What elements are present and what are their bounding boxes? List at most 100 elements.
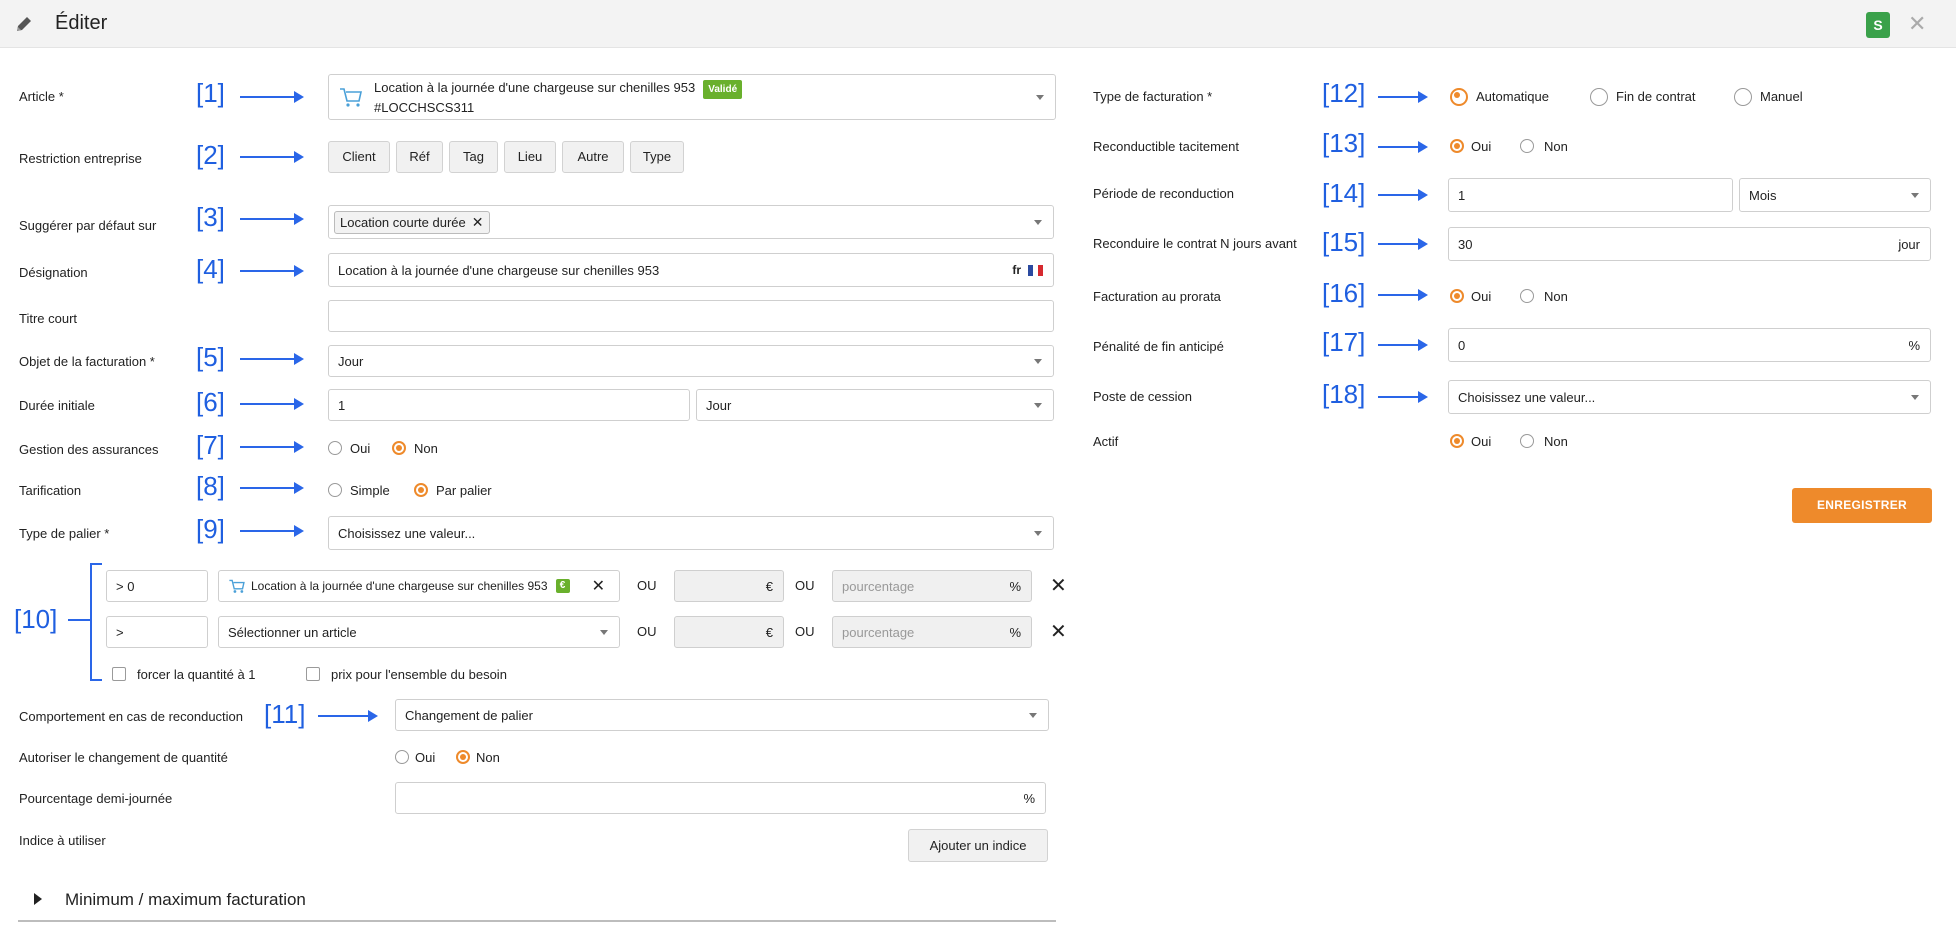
tier-article-select[interactable]: Location à la journée d'une chargeuse su… [218, 570, 620, 602]
designation-value: Location à la journée d'une chargeuse su… [338, 262, 660, 278]
prorata-label: Facturation au prorata [1093, 289, 1221, 304]
half-day-label: Pourcentage demi-journée [19, 791, 173, 806]
renewal-period-input[interactable]: 1 [1448, 178, 1733, 212]
cession-select[interactable]: Choisissez une valeur... [1448, 380, 1931, 414]
renewal-behavior-select[interactable]: Changement de palier [395, 699, 1049, 731]
percent-placeholder: pourcentage [842, 624, 915, 640]
insurance-oui-label: Oui [350, 441, 371, 456]
renewal-period-unit: Mois [1749, 187, 1777, 203]
annotation-3: [3] [196, 202, 225, 232]
penalty-input[interactable]: 0 % [1448, 328, 1931, 362]
remove-tier-icon[interactable]: ✕ [1050, 619, 1067, 644]
designation-input[interactable]: Location à la journée d'une chargeuse su… [328, 253, 1054, 287]
index-label: Indice à utiliser [19, 833, 106, 848]
language-code: fr [1012, 263, 1021, 277]
annotation-arrow [240, 353, 304, 365]
user-badge[interactable]: S [1866, 12, 1890, 38]
allow-qty-non-radio[interactable] [456, 750, 470, 764]
short-title-input[interactable] [328, 300, 1054, 332]
add-index-button[interactable]: Ajouter un indice [908, 829, 1048, 862]
renewal-period-label: Période de reconduction [1093, 186, 1234, 201]
tier-percent-input[interactable]: pourcentage % [832, 616, 1032, 648]
renew-days-input[interactable]: 30 jour [1448, 227, 1931, 261]
tacit-renewal-label: Reconductible tacitement [1093, 139, 1239, 154]
restriction-autre-button[interactable]: Autre [562, 141, 624, 173]
short-title-label: Titre court [19, 311, 78, 326]
billing-manual-radio[interactable] [1734, 88, 1752, 106]
page-title: Éditer [55, 12, 108, 34]
annotation-arrow [240, 398, 304, 410]
cession-value: Choisissez une valeur... [1458, 389, 1596, 405]
percent-suffix: % [1009, 624, 1021, 640]
billing-end-radio[interactable] [1590, 88, 1608, 106]
tier-price-input[interactable]: € [674, 616, 784, 648]
billing-auto-label: Automatique [1476, 89, 1549, 104]
chevron-down-icon [1036, 95, 1044, 100]
caret-right-icon[interactable] [34, 893, 42, 905]
restriction-ref-button[interactable]: Réf [396, 141, 443, 173]
tacit-oui-radio[interactable] [1450, 139, 1464, 153]
billing-type-label: Type de facturation * [1093, 89, 1213, 104]
tier-percent-input[interactable]: pourcentage % [832, 570, 1032, 602]
tacit-non-radio[interactable] [1520, 139, 1534, 153]
annotation-arrow [1378, 289, 1428, 301]
initial-duration-value: 1 [338, 397, 346, 413]
active-oui-label: Oui [1471, 434, 1492, 449]
renew-days-label: Reconduire le contrat N jours avant [1093, 236, 1297, 251]
restriction-tag-button[interactable]: Tag [449, 141, 498, 173]
active-oui-radio[interactable] [1450, 434, 1464, 448]
pricing-tier-radio[interactable] [414, 483, 428, 497]
remove-tier-icon[interactable]: ✕ [1050, 573, 1067, 598]
half-day-input[interactable]: % [395, 782, 1046, 814]
insurance-non-radio[interactable] [392, 441, 406, 455]
pricing-simple-label: Simple [350, 483, 390, 498]
annotation-arrow [1378, 391, 1428, 403]
suggest-tag: Location courte durée ✕ [334, 210, 490, 234]
penalty-value: 0 [1458, 337, 1466, 353]
annotation-7: [7] [196, 430, 225, 460]
tier-type-select[interactable]: Choisissez une valeur... [328, 516, 1054, 550]
cart-icon [340, 88, 362, 107]
prorata-non-radio[interactable] [1520, 289, 1534, 303]
title-bar: Éditer S ✕ [0, 0, 1956, 48]
force-qty-checkbox[interactable] [112, 667, 126, 681]
annotation-10: [10] [14, 604, 58, 634]
french-flag-icon[interactable] [1028, 265, 1043, 276]
min-max-section-toggle[interactable]: Minimum / maximum facturation [65, 890, 306, 910]
renewal-period-unit-select[interactable]: Mois [1739, 178, 1931, 212]
article-select[interactable]: Location à la journée d'une chargeuse su… [328, 74, 1056, 120]
tier-article-select[interactable]: Sélectionner un article [218, 616, 620, 648]
save-button[interactable]: ENREGISTRER [1792, 488, 1932, 523]
annotation-14: [14] [1322, 178, 1366, 208]
allow-qty-oui-label: Oui [415, 750, 436, 765]
tacit-non-label: Non [1544, 139, 1568, 154]
tier-price-input[interactable]: € [674, 570, 784, 602]
price-whole-checkbox[interactable] [306, 667, 320, 681]
restriction-type-button[interactable]: Type [630, 141, 684, 173]
insurance-oui-radio[interactable] [328, 441, 342, 455]
annotation-arrow [240, 525, 304, 537]
validated-badge: Validé [703, 79, 743, 99]
pricing-simple-radio[interactable] [328, 483, 342, 497]
remove-tag-icon[interactable]: ✕ [472, 214, 484, 231]
restriction-lieu-button[interactable]: Lieu [504, 141, 556, 173]
close-icon[interactable]: ✕ [1908, 10, 1926, 38]
restriction-client-button[interactable]: Client [328, 141, 390, 173]
allow-qty-oui-radio[interactable] [395, 750, 409, 764]
clear-article-icon[interactable]: ✕ [592, 576, 605, 596]
suggest-select[interactable]: Location courte durée ✕ [328, 205, 1054, 239]
annotation-arrow [240, 91, 304, 103]
billing-object-select[interactable]: Jour [328, 345, 1054, 377]
chevron-down-icon [1034, 531, 1042, 536]
initial-duration-unit-select[interactable]: Jour [696, 389, 1054, 421]
cart-icon [229, 579, 245, 593]
tier-threshold-input[interactable]: > [106, 616, 208, 648]
or-label: OU [795, 578, 815, 593]
billing-auto-radio[interactable] [1450, 88, 1468, 106]
initial-duration-input[interactable]: 1 [328, 389, 690, 421]
tier-threshold-input[interactable]: > 0 [106, 570, 208, 602]
active-non-radio[interactable] [1520, 434, 1534, 448]
renew-days-value: 30 [1458, 236, 1473, 252]
prorata-oui-radio[interactable] [1450, 289, 1464, 303]
annotation-1: [1] [196, 78, 225, 108]
